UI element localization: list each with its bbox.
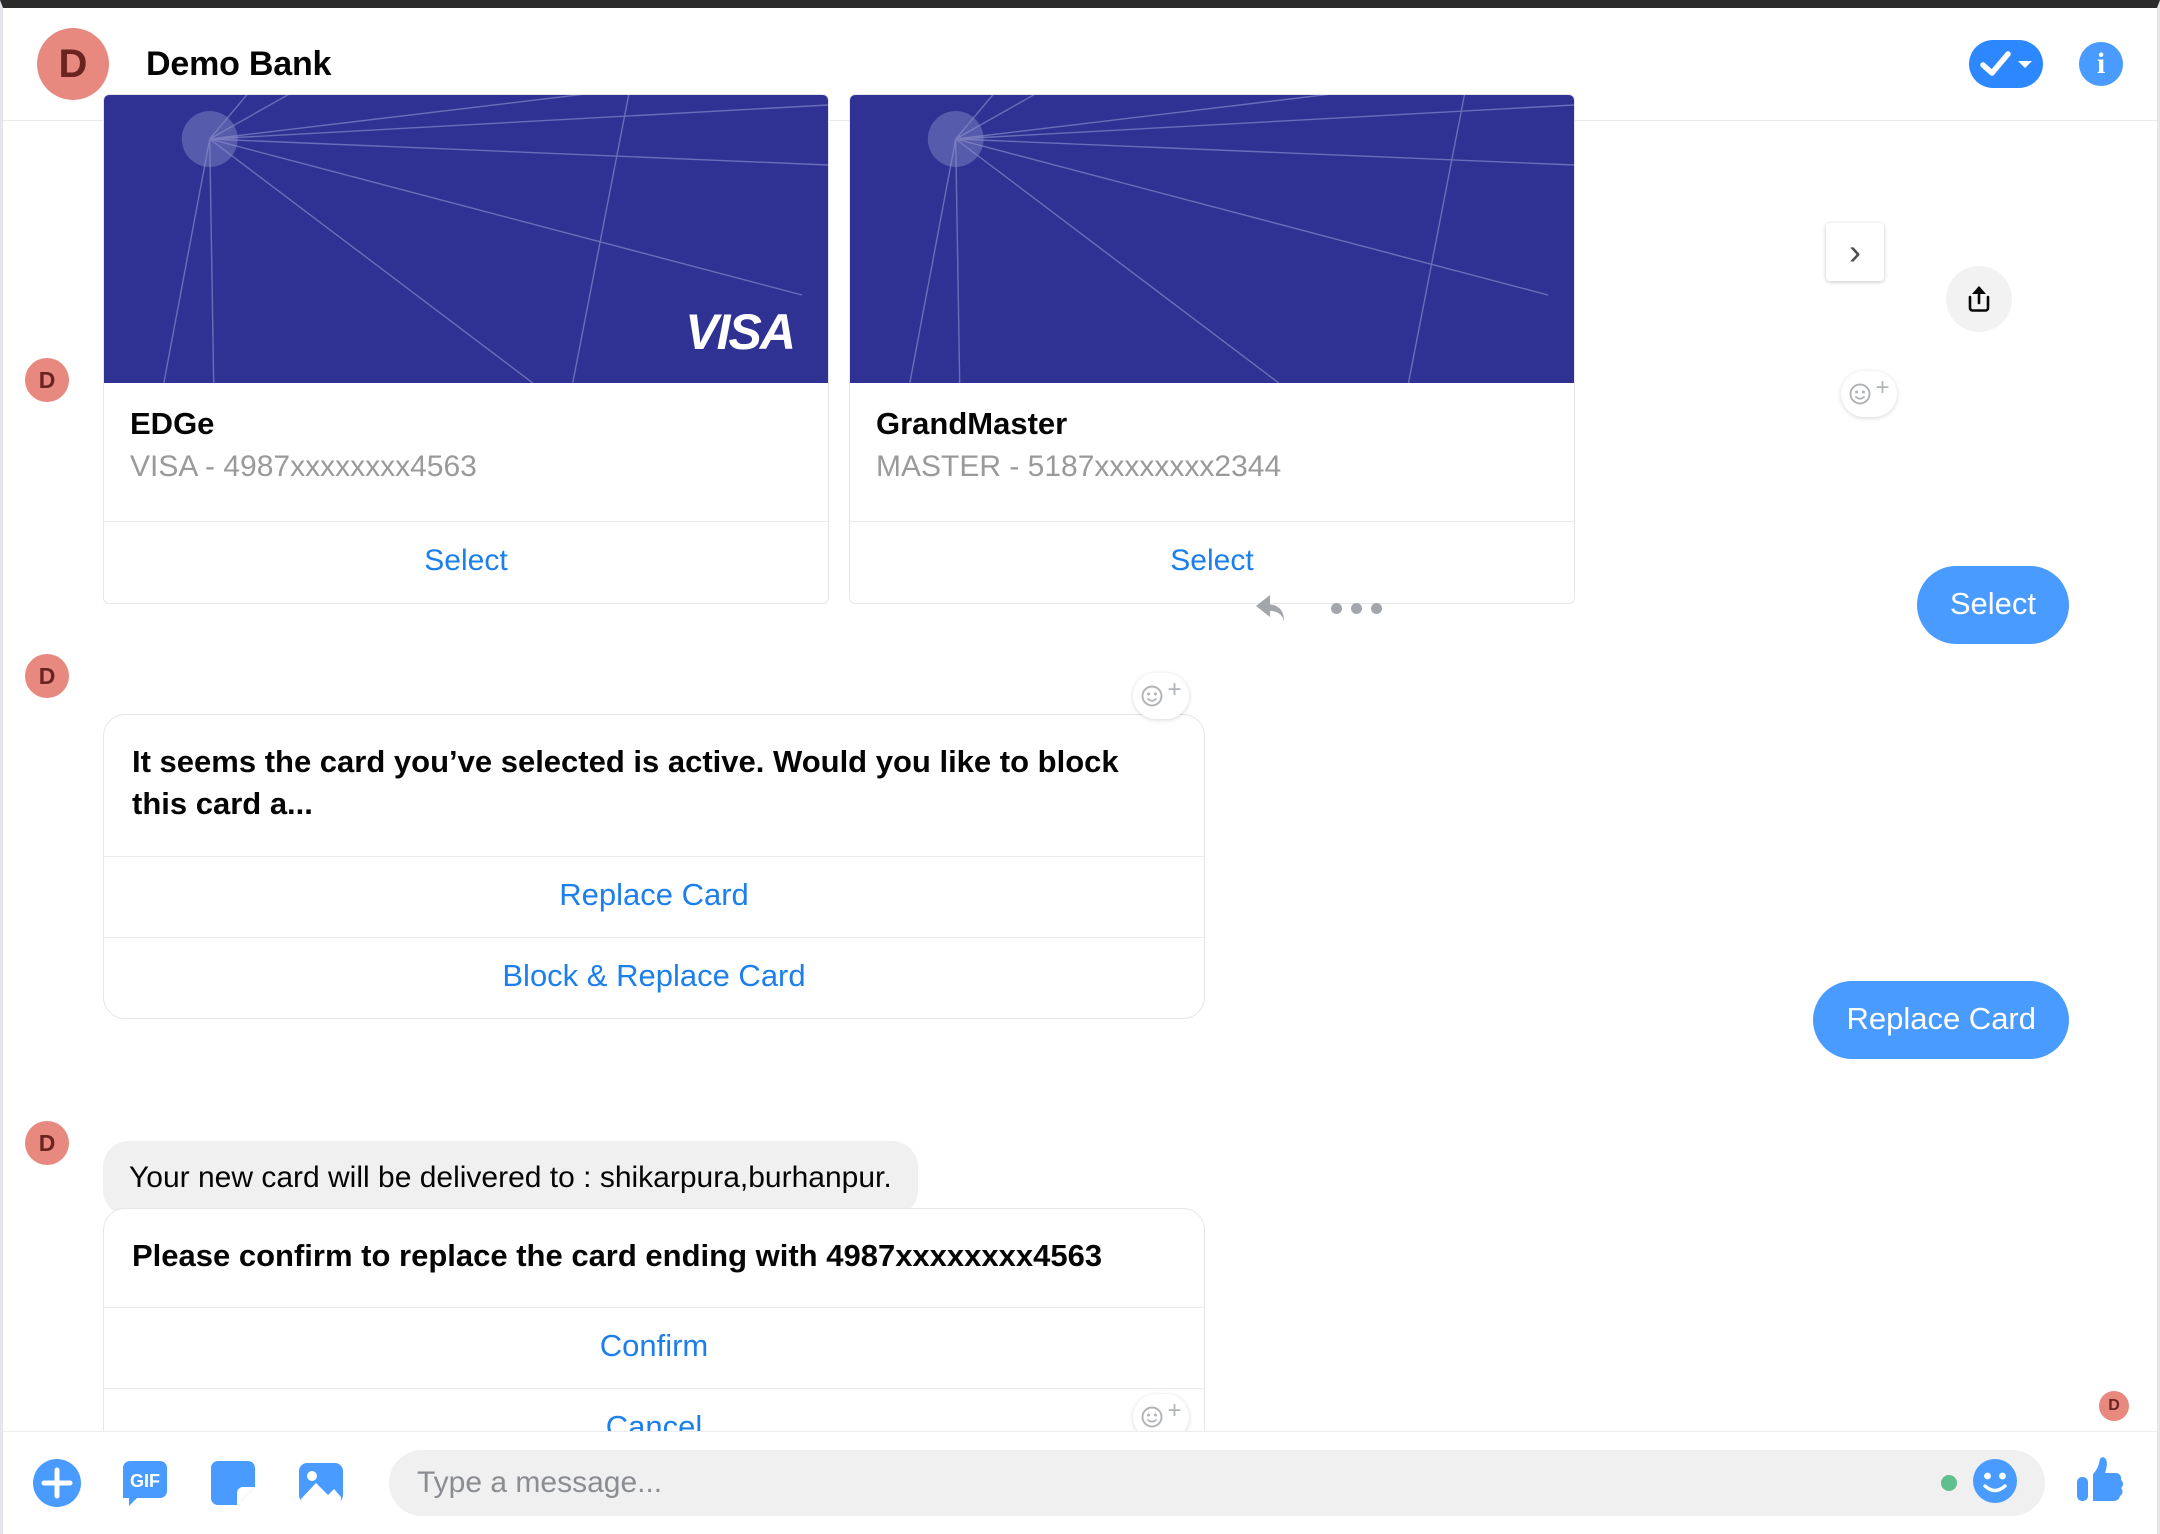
block-card-template: It seems the card you’ve selected is act…	[103, 714, 1205, 1019]
reaction-plus: +	[1167, 676, 1182, 703]
card-number: VISA - 4987xxxxxxxx4563	[130, 449, 477, 483]
messenger-window: D Demo Bank i VISA EDGe VISA - 4987xxxxx…	[0, 0, 2160, 1534]
add-attachment-button[interactable]	[25, 1451, 89, 1515]
card-select-button[interactable]: Select	[850, 521, 1574, 603]
card-node-icon	[927, 111, 984, 167]
template-text: It seems the card you’ve selected is act…	[132, 744, 1119, 822]
info-button[interactable]: i	[2079, 42, 2123, 86]
message-hover-tools[interactable]	[1253, 591, 1382, 625]
status-dot	[1941, 1475, 1957, 1491]
message-input[interactable]	[417, 1466, 1941, 1500]
add-reaction-button[interactable]: +	[1133, 673, 1189, 719]
photo-icon	[299, 1463, 343, 1503]
carousel-next-button[interactable]: ›	[1826, 223, 1884, 281]
card-number: MASTER - 5187xxxxxxxx2344	[876, 449, 1282, 483]
delivery-note-bubble: Your new card will be delivered to : shi…	[103, 1141, 918, 1216]
emoji-icon	[1973, 1458, 2017, 1503]
emoji-add-icon	[1142, 685, 1163, 707]
card-select-button[interactable]: Select	[104, 521, 828, 603]
emoji-add-icon	[1142, 1406, 1163, 1428]
sent-message-select[interactable]: Select	[1916, 566, 2069, 645]
thumbs-up-icon	[2077, 1456, 2123, 1501]
plus-circle-icon	[33, 1459, 81, 1507]
info-glyph: i	[2096, 47, 2106, 80]
card-title: EDGe	[130, 406, 215, 441]
seen-avatar: D	[2099, 1391, 2129, 1421]
emoji-button[interactable]	[1971, 1457, 2019, 1510]
card-node-icon	[181, 111, 238, 167]
card-item[interactable]: GrandMaster MASTER - 5187xxxxxxxx2344 Se…	[849, 94, 1575, 605]
reaction-plus: +	[1167, 1397, 1182, 1424]
message-composer: GIF	[3, 1431, 2157, 1534]
card-carousel[interactable]: VISA EDGe VISA - 4987xxxxxxxx4563 Select	[103, 94, 1575, 605]
svg-text:GIF: GIF	[130, 1471, 160, 1491]
add-reaction-button[interactable]: +	[1841, 371, 1897, 417]
message-avatar: D	[25, 358, 69, 402]
card-artwork: VISA	[104, 95, 828, 383]
visa-logo: VISA	[685, 304, 796, 360]
thumbs-up-button[interactable]	[2073, 1453, 2131, 1514]
share-icon	[1968, 286, 1990, 312]
sticker-button[interactable]	[201, 1451, 265, 1515]
card-item[interactable]: VISA EDGe VISA - 4987xxxxxxxx4563 Select	[103, 94, 829, 605]
gif-icon: GIF	[123, 1461, 167, 1506]
check-dropdown-button[interactable]	[1969, 40, 2043, 88]
sticker-icon	[211, 1461, 255, 1505]
card-details: EDGe VISA - 4987xxxxxxxx4563	[104, 383, 828, 521]
message-thread[interactable]: VISA EDGe VISA - 4987xxxxxxxx4563 Select	[3, 94, 2157, 1471]
chevron-down-icon	[2017, 61, 2032, 68]
sent-message-replace-card[interactable]: Replace Card	[1813, 981, 2069, 1060]
emoji-add-icon	[1850, 383, 1871, 405]
block-and-replace-card-button[interactable]: Block & Replace Card	[104, 936, 1204, 1018]
message-avatar: D	[25, 1121, 69, 1165]
reply-icon[interactable]	[1253, 591, 1293, 625]
card-details: GrandMaster MASTER - 5187xxxxxxxx2344	[850, 383, 1574, 521]
gif-button[interactable]: GIF	[113, 1451, 177, 1515]
confirm-button[interactable]: Confirm	[104, 1307, 1204, 1388]
header-actions: i	[1969, 40, 2123, 88]
replace-card-button[interactable]: Replace Card	[104, 855, 1204, 937]
message-avatar: D	[25, 654, 69, 698]
message-input-wrap[interactable]	[389, 1450, 2045, 1516]
template-text: Please confirm to replace the card endin…	[132, 1238, 1103, 1273]
card-artwork	[850, 95, 1574, 383]
card-title: GrandMaster	[876, 406, 1068, 441]
card-network-lines-icon	[909, 95, 1574, 383]
more-options-icon[interactable]	[1331, 602, 1382, 614]
reaction-plus: +	[1875, 374, 1890, 401]
photo-button[interactable]	[289, 1451, 353, 1515]
share-button[interactable]	[1946, 266, 2012, 332]
avatar: D	[37, 28, 109, 100]
page-title: Demo Bank	[146, 44, 332, 83]
check-icon	[1979, 51, 2011, 76]
